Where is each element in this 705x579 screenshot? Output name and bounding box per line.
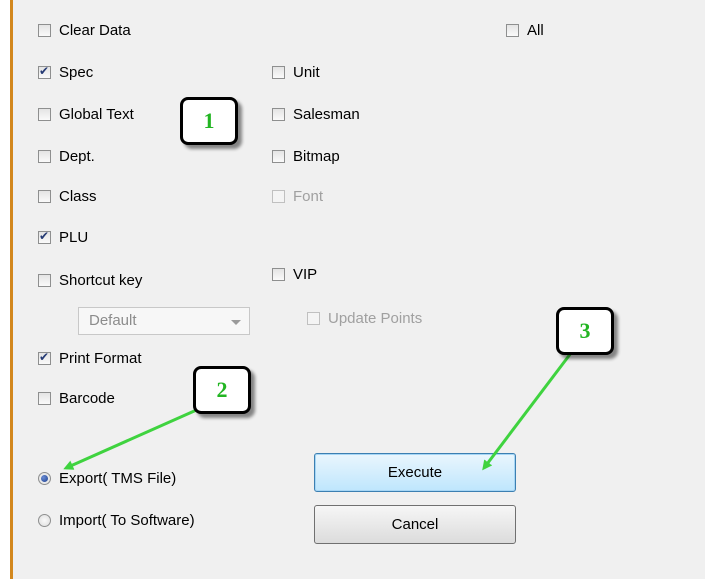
spec-label: Spec [59,63,94,81]
all-checkbox[interactable]: All [506,21,544,39]
print-format-label: Print Format [59,349,142,367]
dept-checkbox[interactable]: Dept. [38,147,95,165]
export-label: Export( TMS File) [59,469,177,487]
shortcut-key-box[interactable] [38,273,51,287]
font-checkbox: Font [272,187,323,205]
callout-3: 3 [556,307,614,355]
dept-label: Dept. [59,147,95,165]
spec-box[interactable] [38,64,51,79]
clear-data-box[interactable] [38,23,51,37]
print-format-box[interactable] [38,350,51,365]
update-points-checkbox: Update Points [307,309,422,327]
font-label: Font [293,187,324,205]
spec-checkbox[interactable]: Spec [38,63,93,81]
plu-label: PLU [59,228,89,246]
import-label: Import( To Software) [59,511,195,529]
global-text-label: Global Text [59,105,134,123]
export-radio-dot[interactable] [38,471,51,485]
update-points-label: Update Points [328,309,423,327]
class-label: Class [59,187,97,205]
dept-box[interactable] [38,149,51,163]
global-text-checkbox[interactable]: Global Text [38,105,134,123]
class-box[interactable] [38,189,51,203]
all-label: All [527,21,544,39]
salesman-checkbox[interactable]: Salesman [272,105,360,123]
export-settings-panel [10,0,705,579]
chevron-down-icon [231,320,241,325]
plu-box[interactable] [38,229,51,244]
font-box [272,189,285,203]
print-format-checkbox[interactable]: Print Format [38,349,142,367]
shortcut-key-checkbox[interactable]: Shortcut key [38,271,142,289]
class-checkbox[interactable]: Class [38,187,97,205]
shortcut-key-select[interactable]: Default [78,307,250,335]
barcode-box[interactable] [38,391,51,405]
unit-box[interactable] [272,65,285,79]
salesman-label: Salesman [293,105,360,123]
callout-2: 2 [193,366,251,414]
vip-label: VIP [293,265,318,283]
unit-label: Unit [293,63,320,81]
vip-box[interactable] [272,267,285,281]
bitmap-box[interactable] [272,149,285,163]
all-box[interactable] [506,23,519,37]
unit-checkbox[interactable]: Unit [272,63,320,81]
global-text-box[interactable] [38,107,51,121]
barcode-label: Barcode [59,389,115,407]
export-radio[interactable]: Export( TMS File) [38,469,176,487]
execute-button[interactable]: Execute [314,453,516,492]
clear-data-label: Clear Data [59,21,131,39]
shortcut-key-label: Shortcut key [59,271,143,289]
callout-1: 1 [180,97,238,145]
update-points-box [307,311,320,325]
import-radio[interactable]: Import( To Software) [38,511,195,529]
cancel-button[interactable]: Cancel [314,505,516,544]
shortcut-key-select-value: Default [89,312,137,329]
bitmap-checkbox[interactable]: Bitmap [272,147,340,165]
clear-data-checkbox[interactable]: Clear Data [38,21,131,39]
vip-checkbox[interactable]: VIP [272,265,317,283]
salesman-box[interactable] [272,107,285,121]
import-radio-dot[interactable] [38,513,51,527]
plu-checkbox[interactable]: PLU [38,228,88,246]
bitmap-label: Bitmap [293,147,340,165]
barcode-checkbox[interactable]: Barcode [38,389,115,407]
